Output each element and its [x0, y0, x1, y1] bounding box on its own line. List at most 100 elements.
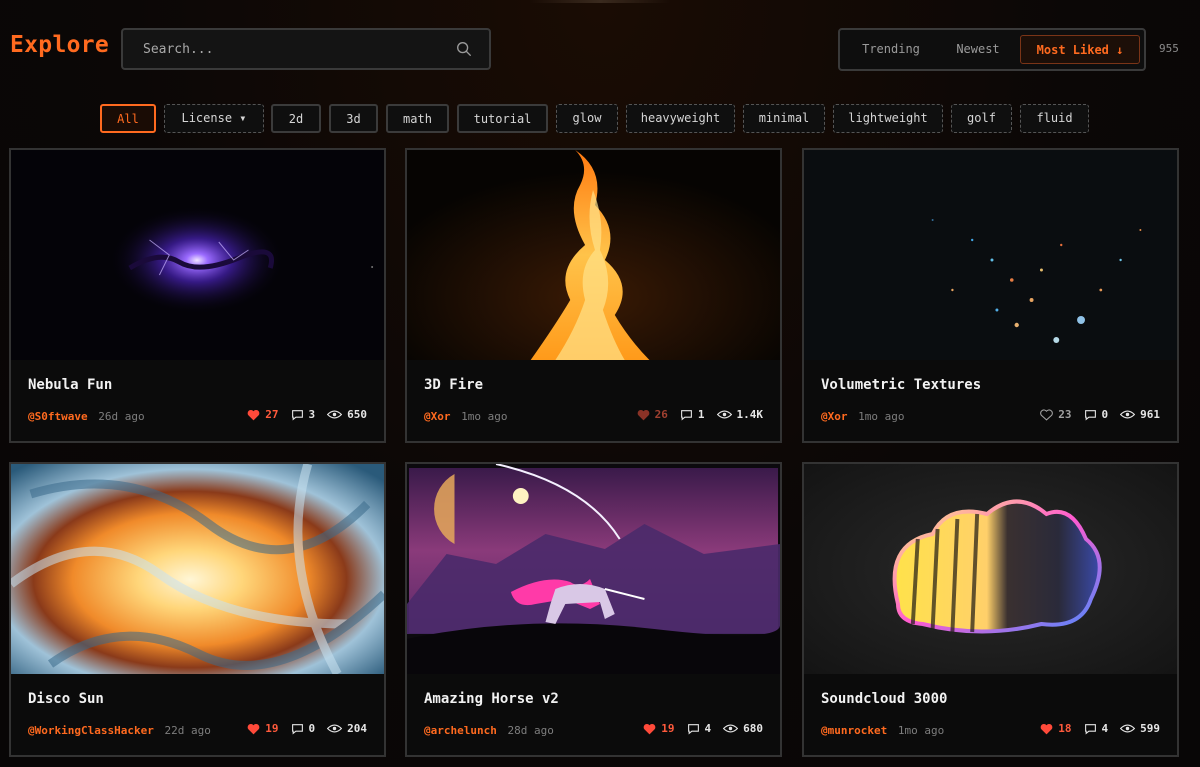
heart-icon: [1040, 723, 1053, 734]
filter-tag-fluid[interactable]: fluid: [1020, 104, 1089, 133]
view-count: 599: [1120, 722, 1160, 735]
shader-info: Disco Sun @WorkingClassHacker 22d ago 19…: [11, 674, 384, 755]
shader-card[interactable]: Volumetric Textures @Xor 1mo ago 23 0 96…: [802, 148, 1179, 443]
author-link[interactable]: @archelunch: [424, 724, 497, 737]
eye-icon: [327, 410, 343, 419]
shader-thumbnail[interactable]: [407, 464, 780, 674]
heart-icon: [643, 723, 656, 734]
shader-age: 22d ago: [164, 724, 211, 737]
author-link[interactable]: @WorkingClassHacker: [28, 724, 154, 737]
comment-icon: [687, 723, 699, 734]
author-link[interactable]: @Xor: [424, 410, 451, 423]
like-count[interactable]: 18: [1040, 722, 1072, 735]
filter-tag-heavyweight[interactable]: heavyweight: [626, 104, 735, 133]
shader-info: Nebula Fun @S0ftwave 26d ago 27 3 650: [11, 360, 384, 441]
shader-title[interactable]: Nebula Fun: [28, 377, 112, 393]
filter-license-dropdown[interactable]: License ▾: [164, 104, 264, 133]
view-count: 204: [327, 722, 367, 735]
page-title: Explore: [10, 32, 110, 58]
shader-title[interactable]: Disco Sun: [28, 691, 104, 707]
view-count: 961: [1120, 408, 1160, 421]
filter-tag-tutorial[interactable]: tutorial: [457, 104, 548, 133]
heart-icon: [247, 723, 260, 734]
comment-count: 3: [291, 408, 315, 421]
shader-author: @munrocket 1mo ago: [821, 724, 944, 737]
comment-count: 4: [1084, 722, 1108, 735]
shader-stats: 26 1 1.4K: [625, 408, 763, 421]
shader-title[interactable]: Amazing Horse v2: [424, 691, 559, 707]
shader-title[interactable]: Soundcloud 3000: [821, 691, 947, 707]
filter-tag-golf[interactable]: golf: [951, 104, 1012, 133]
heart-icon: [637, 409, 649, 420]
eye-icon: [327, 724, 343, 733]
filter-tag-bar: All License ▾ 2d 3d math tutorial glow h…: [0, 104, 1200, 134]
shader-age: 1mo ago: [858, 410, 905, 423]
comment-count: 0: [291, 722, 315, 735]
comment-icon: [291, 409, 303, 420]
search-input[interactable]: [123, 30, 455, 68]
shader-thumbnail[interactable]: [804, 464, 1177, 674]
shader-age: 28d ago: [507, 724, 554, 737]
shader-age: 1mo ago: [897, 724, 945, 737]
filter-tag-minimal[interactable]: minimal: [743, 104, 825, 133]
filter-tag-all[interactable]: All: [100, 104, 156, 133]
shader-info: Amazing Horse v2 @archelunch 28d ago 19 …: [407, 674, 780, 755]
comment-icon: [1084, 409, 1096, 420]
shader-card[interactable]: Disco Sun @WorkingClassHacker 22d ago 19…: [9, 462, 386, 757]
author-link[interactable]: @S0ftwave: [28, 410, 88, 423]
filter-tag-lightweight[interactable]: lightweight: [833, 104, 943, 133]
shader-thumbnail[interactable]: [11, 150, 384, 360]
shader-stats: 23 0 961: [1028, 408, 1160, 421]
author-link[interactable]: @munrocket: [821, 724, 887, 737]
filter-tag-glow[interactable]: glow: [556, 104, 618, 133]
shader-author: @Xor 1mo ago: [424, 410, 507, 423]
shader-info: Volumetric Textures @Xor 1mo ago 23 0 96…: [804, 360, 1177, 441]
shader-title[interactable]: 3D Fire: [424, 377, 483, 393]
filter-tag-3d[interactable]: 3d: [329, 104, 378, 133]
shader-info: Soundcloud 3000 @munrocket 1mo ago 18 4 …: [804, 674, 1177, 755]
eye-icon: [716, 410, 732, 419]
shader-author: @S0ftwave 26d ago: [28, 410, 145, 423]
shader-stats: 19 4 680: [631, 722, 763, 735]
author-link[interactable]: @Xor: [821, 410, 848, 423]
shader-thumbnail[interactable]: [11, 464, 384, 674]
sort-trending-button[interactable]: Trending: [856, 35, 926, 64]
shader-card[interactable]: 3D Fire @Xor 1mo ago 26 1 1.4K: [405, 148, 782, 443]
shader-author: @archelunch 28d ago: [424, 724, 554, 737]
sort-most-liked-button[interactable]: Most Liked ↓: [1020, 35, 1140, 64]
comment-icon: [291, 723, 303, 734]
shader-author: @WorkingClassHacker 22d ago: [28, 724, 211, 737]
like-count[interactable]: 19: [643, 722, 675, 735]
filter-tag-math[interactable]: math: [386, 104, 449, 133]
eye-icon: [1120, 410, 1136, 419]
like-count[interactable]: 23: [1040, 408, 1072, 421]
like-count[interactable]: 27: [247, 408, 279, 421]
like-count[interactable]: 26: [637, 408, 668, 421]
view-count: 650: [327, 408, 367, 421]
sort-toggle-group: Trending Newest Most Liked ↓: [838, 28, 1146, 71]
comment-count: 0: [1084, 408, 1108, 421]
comment-count: 4: [687, 722, 711, 735]
shader-thumbnail[interactable]: [407, 150, 780, 360]
search-icon[interactable]: [455, 40, 473, 58]
comment-count: 1: [680, 408, 705, 421]
filter-tag-2d[interactable]: 2d: [271, 104, 321, 133]
shader-card[interactable]: Soundcloud 3000 @munrocket 1mo ago 18 4 …: [802, 462, 1179, 757]
like-count[interactable]: 19: [247, 722, 279, 735]
shader-age: 26d ago: [98, 410, 145, 423]
shader-card[interactable]: Amazing Horse v2 @archelunch 28d ago 19 …: [405, 462, 782, 757]
shader-title[interactable]: Volumetric Textures: [821, 377, 981, 393]
shader-thumbnail[interactable]: [804, 150, 1177, 360]
view-count: 1.4K: [716, 408, 763, 421]
result-count: 955: [1159, 42, 1179, 55]
search-box[interactable]: [121, 28, 491, 70]
heart-outline-icon: [1040, 408, 1054, 421]
shader-card[interactable]: Nebula Fun @S0ftwave 26d ago 27 3 650: [9, 148, 386, 443]
shader-info: 3D Fire @Xor 1mo ago 26 1 1.4K: [407, 360, 780, 441]
page-header: Explore Trending Newest Most Liked ↓ 955: [0, 0, 1200, 98]
eye-icon: [1120, 724, 1136, 733]
shader-author: @Xor 1mo ago: [821, 410, 904, 423]
shader-age: 1mo ago: [461, 410, 508, 423]
heart-icon: [247, 409, 260, 420]
sort-newest-button[interactable]: Newest: [948, 35, 1008, 64]
